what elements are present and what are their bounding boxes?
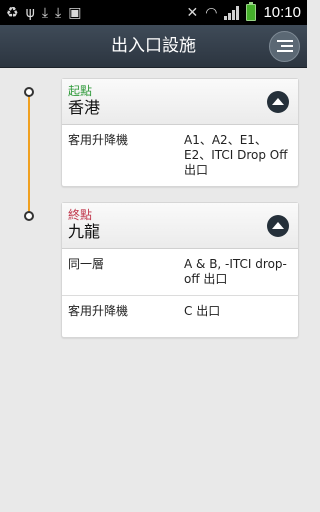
- status-bar: ♻ ψ ⤓ ⤓ ▣ ✕ ◠ 10:10: [0, 0, 307, 25]
- start-label: 起點: [68, 84, 93, 98]
- start-place: 香港: [68, 98, 101, 117]
- download-icon: ⤓: [55, 4, 62, 21]
- end-station-card: 終點 九龍 同一層 A & B, -ITCI drop-off 出口 客用升降機…: [61, 202, 299, 338]
- start-point-dot: [24, 87, 34, 97]
- end-card-header[interactable]: 終點 九龍: [62, 203, 298, 249]
- facility-exits: A & B, -ITCI drop-off 出口: [184, 257, 287, 286]
- recycle-icon: ♻: [6, 4, 19, 21]
- facility-label: 同一層: [68, 257, 105, 271]
- facility-exits: A1、A2、E1、E2、ITCI Drop Off 出口: [184, 133, 288, 177]
- end-point-dot: [24, 211, 34, 221]
- list-menu-button[interactable]: [269, 31, 300, 62]
- facility-row: 客用升降機 C 出口: [62, 296, 298, 337]
- app-header: 出入口設施: [0, 25, 307, 68]
- mute-icon: ✕: [186, 4, 199, 21]
- facility-label: 客用升降機: [68, 304, 129, 318]
- route-timeline-line: [28, 93, 30, 216]
- signal-icon: [224, 5, 240, 20]
- collapse-start-button[interactable]: [267, 91, 289, 113]
- end-label: 終點: [68, 208, 93, 222]
- facility-row: 客用升降機 A1、A2、E1、E2、ITCI Drop Off 出口: [62, 125, 298, 186]
- facility-label: 客用升降機: [68, 133, 129, 147]
- status-system: ✕ ◠ 10:10: [186, 2, 301, 21]
- wifi-icon: ◠: [205, 4, 218, 21]
- facility-row: 同一層 A & B, -ITCI drop-off 出口: [62, 249, 298, 296]
- facility-exits: C 出口: [184, 304, 221, 318]
- usb-icon: ψ: [25, 4, 35, 21]
- page-title: 出入口設施: [111, 36, 196, 56]
- collapse-end-button[interactable]: [267, 215, 289, 237]
- download-icon: ⤓: [41, 4, 49, 21]
- battery-charging-icon: [246, 2, 257, 21]
- chevron-up-icon: [272, 97, 284, 105]
- image-icon: ▣: [68, 4, 82, 21]
- start-station-card: 起點 香港 客用升降機 A1、A2、E1、E2、ITCI Drop Off 出口: [61, 78, 299, 187]
- end-place: 九龍: [68, 222, 101, 241]
- list-icon: [276, 40, 293, 53]
- start-card-header[interactable]: 起點 香港: [62, 79, 298, 125]
- status-notifications: ♻ ψ ⤓ ⤓ ▣: [6, 6, 81, 20]
- status-time: 10:10: [263, 4, 301, 21]
- chevron-up-icon: [272, 221, 284, 229]
